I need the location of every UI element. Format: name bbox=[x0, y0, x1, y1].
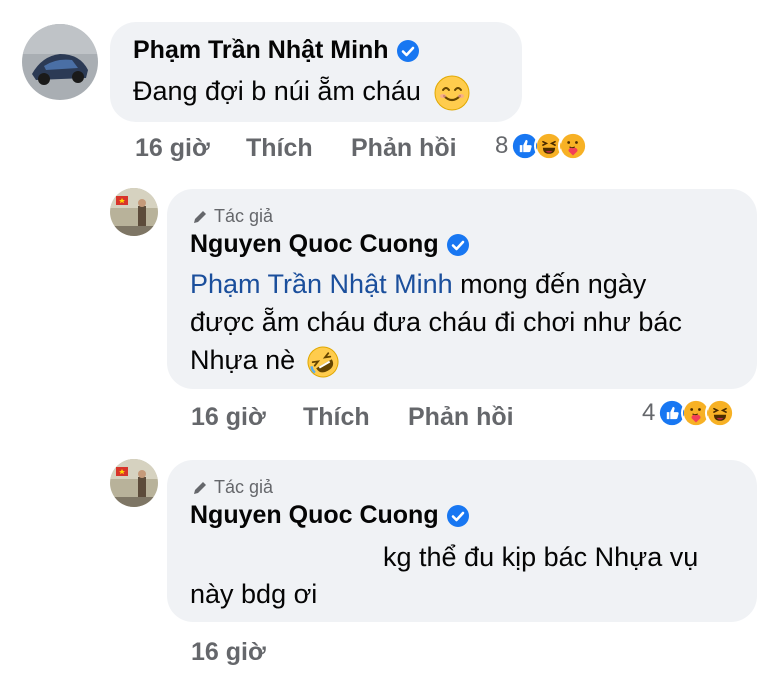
reaction-count: 4 bbox=[642, 399, 656, 426]
author-tag-label: Tác giả bbox=[214, 206, 274, 226]
comment-text-content: Đang đợi b núi ẵm cháu bbox=[133, 76, 421, 106]
author-name[interactable]: Nguyen Quoc Cuong bbox=[190, 501, 439, 530]
reply-author[interactable]: Nguyen Quoc Cuong bbox=[190, 501, 469, 530]
comment-time[interactable]: 16 giờ bbox=[135, 134, 210, 163]
comment-author[interactable]: Phạm Trần Nhật Minh bbox=[133, 36, 419, 65]
author-avatar[interactable] bbox=[110, 459, 158, 507]
verified-badge-icon bbox=[396, 39, 419, 62]
verified-badge-icon bbox=[446, 233, 469, 256]
reply-text-part: Nhựa nè bbox=[190, 345, 296, 375]
reply-text: Phạm Trần Nhật Minh mong đến ngày được ẵ… bbox=[190, 265, 750, 379]
care-icon bbox=[558, 131, 589, 161]
reply-text-line: này bdg ơi bbox=[190, 579, 318, 609]
author-tag-label: Tác giả bbox=[214, 477, 274, 497]
like-button[interactable]: Thích bbox=[303, 403, 370, 432]
reply-text-part: mong đến ngày bbox=[452, 269, 647, 299]
author-name[interactable]: Nguyen Quoc Cuong bbox=[190, 230, 439, 259]
verified-badge-icon bbox=[446, 504, 469, 527]
author-avatar[interactable] bbox=[110, 188, 158, 236]
reply-text-line: Phạm Trần Nhật Minh mong đến ngày bbox=[190, 265, 750, 303]
haha-icon bbox=[705, 398, 736, 428]
pencil-icon bbox=[194, 481, 206, 494]
like-button[interactable]: Thích bbox=[246, 134, 313, 163]
rolling-laughing-emoji-icon bbox=[307, 346, 339, 378]
smiling-face-emoji-icon bbox=[434, 75, 470, 111]
commenter-avatar[interactable] bbox=[22, 24, 98, 100]
reply-button[interactable]: Phản hồi bbox=[351, 134, 457, 163]
reaction-summary[interactable]: 8 bbox=[495, 131, 589, 161]
comment-time[interactable]: 16 giờ bbox=[191, 403, 266, 432]
comment-time[interactable]: 16 giờ bbox=[191, 638, 266, 667]
reaction-count: 8 bbox=[495, 132, 509, 159]
reply-text-line: kg thể đu kịp bác Nhựa vụ bbox=[383, 542, 699, 572]
author-tag: Tác giả bbox=[192, 206, 273, 227]
reply-text-line: được ẵm cháu đưa cháu đi chơi như bác bbox=[190, 307, 682, 337]
comment-text: Đang đợi b núi ẵm cháu bbox=[133, 72, 470, 111]
mention-link[interactable]: Phạm Trần Nhật Minh bbox=[190, 269, 453, 299]
car-avatar-image bbox=[22, 24, 98, 100]
pencil-icon bbox=[194, 210, 206, 223]
author-name[interactable]: Phạm Trần Nhật Minh bbox=[133, 36, 389, 65]
author-avatar-image bbox=[110, 459, 158, 507]
reply-text-line: Nhựa nè bbox=[190, 341, 750, 379]
reply-author[interactable]: Nguyen Quoc Cuong bbox=[190, 230, 469, 259]
reply-button[interactable]: Phản hồi bbox=[408, 403, 514, 432]
author-avatar-image bbox=[110, 188, 158, 236]
author-tag: Tác giả bbox=[192, 477, 273, 498]
reaction-summary[interactable]: 4 bbox=[642, 398, 736, 428]
